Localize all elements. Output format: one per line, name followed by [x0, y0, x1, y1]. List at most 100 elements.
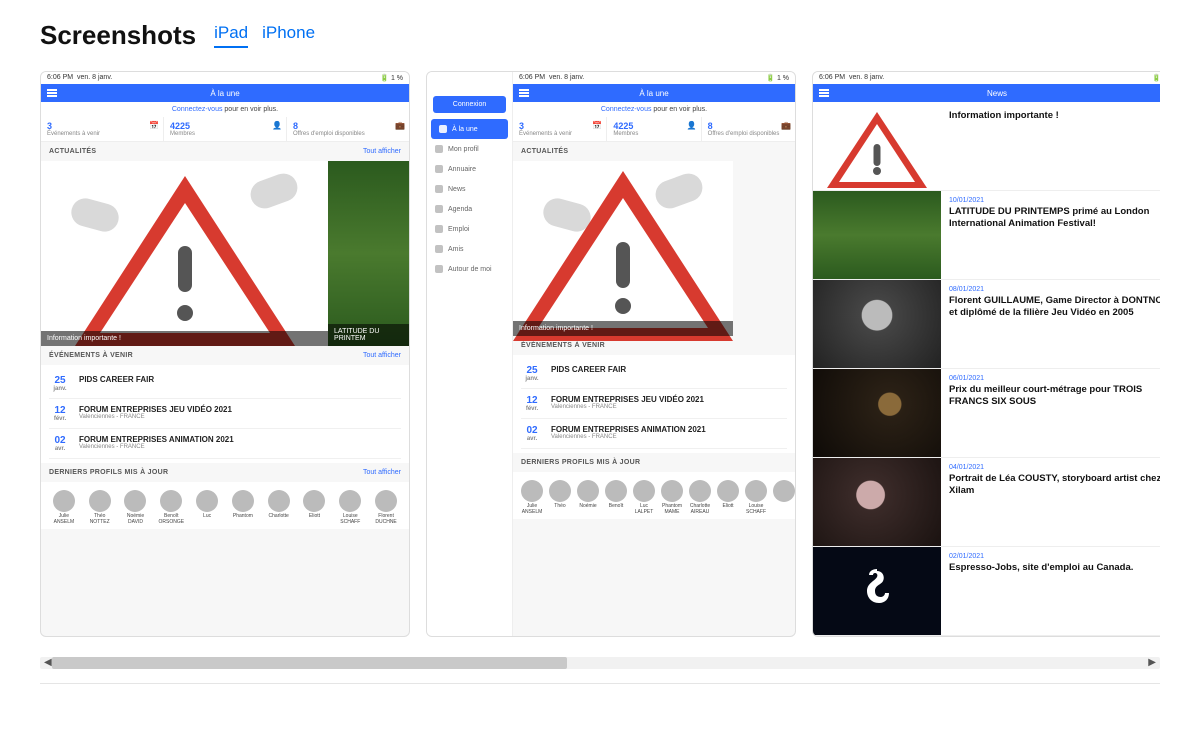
profile-avatar[interactable]: JulieANSELM — [521, 480, 543, 515]
nav-icon — [435, 265, 443, 273]
connect-button[interactable]: Connexion — [433, 96, 506, 113]
sidebar: Connexion À la uneMon profilAnnuaireNews… — [427, 72, 513, 636]
profile-avatar[interactable]: FlorentDUCHNE — [371, 490, 401, 525]
calendar-icon: 📅 — [149, 121, 159, 130]
horizontal-scrollbar[interactable]: ◀ ▶ — [40, 657, 1160, 669]
stat-members[interactable]: 4225Membres👤 — [164, 117, 287, 141]
sidebar-item[interactable]: À la une — [431, 119, 508, 139]
section-news-header: ACTUALITÉSTout afficher — [41, 142, 409, 161]
view-all-link[interactable]: Tout afficher — [363, 352, 401, 359]
view-all-link[interactable]: Tout afficher — [363, 469, 401, 476]
event-row[interactable]: 12févr.FORUM ENTREPRISES JEU VIDÉO 2021V… — [49, 399, 401, 429]
login-banner[interactable]: Connectez-vous pour en voir plus. — [513, 102, 795, 117]
menu-icon[interactable] — [519, 89, 529, 97]
stat-jobs[interactable]: 8Offres d'emploi disponibles💼 — [287, 117, 409, 141]
news-item[interactable]: 10/01/2021LATITUDE DU PRINTEMPS primé au… — [813, 191, 1160, 280]
profile-avatar[interactable]: ThéoNOTTEZ — [85, 490, 115, 525]
warning-image — [41, 161, 328, 346]
scroll-right-icon[interactable]: ▶ — [1144, 657, 1160, 668]
app-bar: News — [813, 84, 1160, 102]
profile-avatar[interactable]: Phantom — [228, 490, 258, 525]
profile-avatar[interactable]: PhantomMAME — [661, 480, 683, 515]
nav-icon — [439, 125, 447, 133]
profile-avatar[interactable]: NoémieDAVID — [121, 490, 151, 525]
news-card-main[interactable]: Information importante ! — [41, 161, 328, 346]
news-thumbnail — [813, 458, 941, 546]
stat-events[interactable]: 3Événements à venir📅 — [41, 117, 164, 141]
sidebar-item[interactable]: Emploi — [427, 219, 512, 239]
stats-row: 3Événements à venir📅 4225Membres👤 8Offre… — [513, 117, 795, 142]
news-item[interactable]: Information importante ! — [813, 102, 1160, 191]
profile-avatar[interactable]: Luc — [192, 490, 222, 525]
app-bar: À la une — [513, 84, 795, 102]
news-list[interactable]: Information importante !10/01/2021LATITU… — [813, 102, 1160, 636]
sidebar-item[interactable]: Agenda — [427, 199, 512, 219]
event-row[interactable]: 12févr.FORUM ENTREPRISES JEU VIDÉO 2021V… — [521, 389, 787, 419]
screenshot-3[interactable]: 6:06 PM ven. 8 janv. 🔋 1 % News Informat… — [812, 71, 1160, 637]
profile-avatar[interactable]: CharlotteAIREAU — [689, 480, 711, 515]
screenshot-1[interactable]: 6:06 PM ven. 8 janv. 🔋 1 % À la une Conn… — [40, 71, 410, 637]
nav-icon — [435, 245, 443, 253]
event-row[interactable]: 02avr.FORUM ENTREPRISES ANIMATION 2021Va… — [49, 429, 401, 459]
nav-icon — [435, 165, 443, 173]
person-icon: 👤 — [272, 121, 282, 130]
event-row[interactable]: 25janv.PIDS CAREER FAIR — [49, 369, 401, 399]
screenshots-carousel[interactable]: 6:06 PM ven. 8 janv. 🔋 1 % À la une Conn… — [40, 71, 1160, 649]
profile-avatar[interactable]: Eliott — [717, 480, 739, 515]
tab-iphone[interactable]: iPhone — [262, 23, 315, 48]
news-thumbnail — [813, 369, 941, 457]
stat-jobs[interactable]: 8Offres d'emploi disponibles💼 — [702, 117, 795, 141]
stat-events[interactable]: 3Événements à venir📅 — [513, 117, 607, 141]
profile-avatar[interactable] — [773, 480, 795, 515]
event-row[interactable]: 02avr.FORUM ENTREPRISES ANIMATION 2021Va… — [521, 419, 787, 449]
nav-icon — [435, 185, 443, 193]
news-item[interactable]: 04/01/2021Portrait de Léa COUSTY, storyb… — [813, 458, 1160, 547]
news-card-main[interactable]: Information importante ! — [513, 161, 733, 336]
profile-avatar[interactable]: LucLALPET — [633, 480, 655, 515]
app-bar: À la une — [41, 84, 409, 102]
profile-avatar[interactable]: JulieANSELM — [49, 490, 79, 525]
page-title: Screenshots — [40, 20, 196, 51]
section-profiles-header: DERNIERS PROFILS MIS À JOURTout afficher — [41, 463, 409, 482]
profile-avatar[interactable]: LouiseSCHAFF — [335, 490, 365, 525]
news-cards[interactable]: Information importante ! LATITUDE DU PRI… — [41, 161, 409, 346]
news-thumbnail — [813, 280, 941, 368]
stat-members[interactable]: 4225Membres👤 — [607, 117, 701, 141]
news-item[interactable]: 08/01/2021Florent GUILLAUME, Game Direct… — [813, 280, 1160, 369]
status-bar: 6:06 PM ven. 8 janv. 🔋 1 % — [41, 72, 409, 84]
view-all-link[interactable]: Tout afficher — [363, 148, 401, 155]
profile-avatar[interactable]: LouiseSCHAFF — [745, 480, 767, 515]
login-banner[interactable]: Connectez-vous pour en voir plus. — [41, 102, 409, 117]
section-events-header: ÉVÉNEMENTS À VENIRTout afficher — [41, 346, 409, 365]
sidebar-item[interactable]: Autour de moi — [427, 259, 512, 279]
profiles-list: JulieANSELMThéoNOTTEZNoémieDAVIDBenoîtOR… — [41, 482, 409, 529]
divider — [40, 683, 1160, 684]
profile-avatar[interactable]: Benoît — [605, 480, 627, 515]
menu-icon[interactable] — [819, 89, 829, 97]
briefcase-icon: 💼 — [395, 121, 405, 130]
profile-avatar[interactable]: Eliott — [300, 490, 330, 525]
stats-row: 3Événements à venir📅 4225Membres👤 8Offre… — [41, 117, 409, 142]
sidebar-item[interactable]: News — [427, 179, 512, 199]
briefcase-icon: 💼 — [781, 121, 791, 130]
sidebar-item[interactable]: Amis — [427, 239, 512, 259]
sidebar-item[interactable]: Annuaire — [427, 159, 512, 179]
news-thumbnail — [813, 102, 941, 190]
calendar-icon: 📅 — [592, 121, 602, 130]
news-thumbnail — [813, 547, 941, 635]
event-row[interactable]: 25janv.PIDS CAREER FAIR — [521, 359, 787, 389]
profile-avatar[interactable]: Noémie — [577, 480, 599, 515]
news-card-side[interactable]: LATITUDE DU PRINTEM — [328, 161, 409, 346]
nav-icon — [435, 225, 443, 233]
tab-ipad[interactable]: iPad — [214, 23, 248, 48]
profile-avatar[interactable]: Charlotte — [264, 490, 294, 525]
menu-icon[interactable] — [47, 89, 57, 97]
news-item[interactable]: 06/01/2021Prix du meilleur court-métrage… — [813, 369, 1160, 458]
profile-avatar[interactable]: BenoîtORSONGE — [156, 490, 186, 525]
news-item[interactable]: 02/01/2021Espresso-Jobs, site d'emploi a… — [813, 547, 1160, 636]
nav-icon — [435, 145, 443, 153]
screenshot-2[interactable]: Connexion À la uneMon profilAnnuaireNews… — [426, 71, 796, 637]
sidebar-item[interactable]: Mon profil — [427, 139, 512, 159]
warning-image — [513, 161, 733, 336]
profile-avatar[interactable]: Théo — [549, 480, 571, 515]
